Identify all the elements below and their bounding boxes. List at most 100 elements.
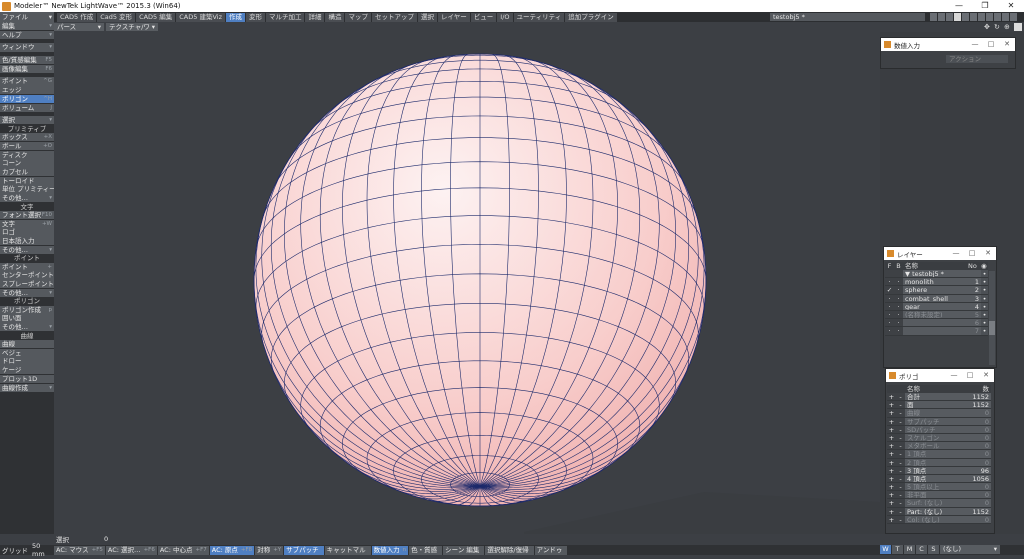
maximize-view-icon[interactable] — [1014, 23, 1022, 31]
mode-button[interactable]: W — [880, 545, 891, 554]
rotate-view-icon[interactable]: ↻ — [994, 23, 1002, 31]
file-menu[interactable]: ファイル ▾ — [0, 12, 54, 22]
maximize-icon[interactable]: ❐ — [972, 0, 998, 12]
stat-row[interactable]: + -2 頂点 0 — [887, 458, 991, 467]
toolbar-button[interactable]: ディスク — [0, 150, 54, 159]
toolbar-button[interactable]: ドロー — [0, 357, 54, 366]
plus-icon[interactable]: + — [887, 418, 896, 426]
close-icon[interactable]: ✕ — [999, 38, 1015, 51]
close-icon[interactable]: ✕ — [998, 0, 1024, 12]
status-button[interactable]: シーン 編集 — [443, 545, 485, 555]
plus-icon[interactable]: + — [887, 508, 896, 516]
stat-row[interactable]: + - サブパッチ 0 — [887, 417, 991, 426]
minus-icon[interactable]: - — [896, 409, 905, 417]
visibility-toggle[interactable]: • — [981, 327, 988, 335]
tab-item[interactable]: CAD5 作成 — [57, 12, 97, 22]
toolbar-button[interactable]: コーン — [0, 159, 54, 168]
plus-icon[interactable]: + — [887, 459, 896, 467]
bg-toggle[interactable]: · — [894, 327, 903, 335]
minus-icon[interactable]: - — [896, 475, 905, 483]
layer-row[interactable]: ✓ · sphere 2 • — [885, 286, 988, 295]
toolbar-button[interactable]: ボリューム J — [0, 103, 54, 112]
mode-button[interactable]: M — [904, 545, 915, 554]
visibility-toggle[interactable]: • — [981, 319, 988, 327]
none-combo[interactable]: (なし) ▾ — [940, 545, 1000, 554]
minus-icon[interactable]: - — [896, 426, 905, 434]
visibility-toggle[interactable]: • — [981, 286, 988, 294]
fg-toggle[interactable]: ✓ — [885, 286, 894, 294]
toolbar-button[interactable]: 選択 ▾ — [0, 116, 54, 125]
toolbar-button[interactable]: その他… ▾ — [0, 245, 54, 255]
perspective-viewport[interactable] — [54, 32, 880, 534]
plus-icon[interactable]: + — [887, 426, 896, 434]
layout-icon[interactable] — [962, 13, 969, 21]
layer-row[interactable]: ▼ testobj5 * • — [885, 270, 988, 279]
minimize-icon[interactable]: — — [946, 369, 962, 382]
stat-row[interactable]: + -4 頂点 1056 — [887, 474, 991, 484]
bg-toggle[interactable]: · — [894, 278, 903, 286]
visibility-toggle[interactable]: • — [981, 278, 988, 286]
toolbar-button[interactable]: 色/質感編集 F5 — [0, 56, 54, 65]
stat-row[interactable]: + - SDパッチ 0 — [887, 425, 991, 434]
fg-toggle[interactable]: · — [885, 278, 894, 286]
mode-button[interactable]: C — [916, 545, 927, 554]
plus-icon[interactable]: + — [887, 516, 896, 524]
stat-row[interactable]: + - 非平面 0 — [887, 491, 991, 500]
stat-row[interactable]: + - 曲線 0 — [887, 409, 991, 418]
status-button[interactable]: AC: マウス +F5 — [54, 545, 105, 555]
minus-icon[interactable]: - — [896, 434, 905, 442]
stat-row[interactable]: + - 面 1152 — [887, 401, 991, 410]
layers-scrollbar[interactable] — [989, 271, 995, 365]
toolbar-button[interactable]: 曲線作成 ▾ — [0, 383, 54, 392]
toolbar-button[interactable]: 単位 プリミティー▾ — [0, 185, 54, 194]
tab-item[interactable]: マップ — [345, 12, 371, 22]
minus-icon[interactable]: - — [896, 401, 905, 409]
toolbar-button[interactable]: 曲線 — [0, 340, 54, 349]
fg-toggle[interactable]: · — [885, 327, 894, 335]
minus-icon[interactable]: - — [896, 483, 905, 491]
toolbar-button[interactable]: ボックス +X — [0, 133, 54, 142]
maximize-icon[interactable]: □ — [962, 369, 978, 382]
status-button[interactable]: AC: 選択… +F6 — [105, 545, 157, 555]
layout-icon[interactable] — [954, 13, 961, 21]
tab-item[interactable]: 変形 — [245, 12, 265, 22]
tab-item[interactable]: ユーティリティ — [513, 12, 565, 22]
visibility-toggle[interactable]: • — [981, 302, 988, 311]
plus-icon[interactable]: + — [887, 491, 896, 499]
layout-icon[interactable] — [946, 13, 953, 21]
minimize-icon[interactable]: — — [948, 247, 964, 260]
minus-icon[interactable]: - — [896, 516, 905, 524]
minus-icon[interactable]: - — [896, 418, 905, 426]
status-button[interactable]: AC: 中心点 +F7 — [157, 545, 209, 555]
toolbar-button[interactable]: センターポイント追加 — [0, 271, 54, 280]
status-button[interactable]: 数値入力 n — [371, 545, 409, 555]
numeric-action-combo[interactable]: アクション — [946, 55, 1008, 63]
tab-item[interactable]: I/O — [497, 12, 513, 22]
maximize-icon[interactable]: □ — [983, 38, 999, 51]
minus-icon[interactable]: - — [896, 499, 905, 507]
toolbar-button[interactable]: ポリゴン ^H — [0, 94, 54, 104]
minus-icon[interactable]: - — [896, 508, 905, 516]
plus-icon[interactable]: + — [887, 483, 896, 491]
tab-item[interactable]: 構造 — [325, 12, 345, 22]
object-combo[interactable]: testobj5 * — [770, 13, 925, 21]
status-button[interactable]: アンドゥ — [534, 545, 568, 555]
layer-row[interactable]: · · (名称未設定) 5 • — [885, 310, 988, 320]
move-view-icon[interactable]: ✥ — [984, 23, 992, 31]
toolbar-button[interactable]: 囲い面 — [0, 314, 54, 323]
minus-icon[interactable]: - — [896, 393, 905, 401]
stat-row[interactable]: + -5 頂点以上 0 — [887, 483, 991, 492]
toolbar-button[interactable]: ポリゴン作成 p — [0, 305, 54, 315]
stat-row[interactable]: + - Surf: (なし) 0 — [887, 499, 991, 508]
toolbar-button[interactable]: エッジ — [0, 86, 54, 95]
bg-toggle[interactable]: · — [894, 286, 903, 294]
stat-row[interactable]: + -1 頂点 0 — [887, 450, 991, 459]
toolbar-button[interactable]: ロゴ — [0, 228, 54, 237]
bg-toggle[interactable]: · — [894, 295, 903, 303]
tab-item[interactable]: マルチ加工 — [265, 12, 305, 22]
status-button[interactable]: AC: 原点 +F8 — [209, 545, 255, 555]
zoom-view-icon[interactable]: ⊕ — [1004, 23, 1012, 31]
layer-row[interactable]: · · 7 • — [885, 327, 988, 336]
status-button[interactable]: 対称 +Y — [255, 545, 284, 555]
status-button[interactable]: サブパッチ — [284, 545, 324, 555]
